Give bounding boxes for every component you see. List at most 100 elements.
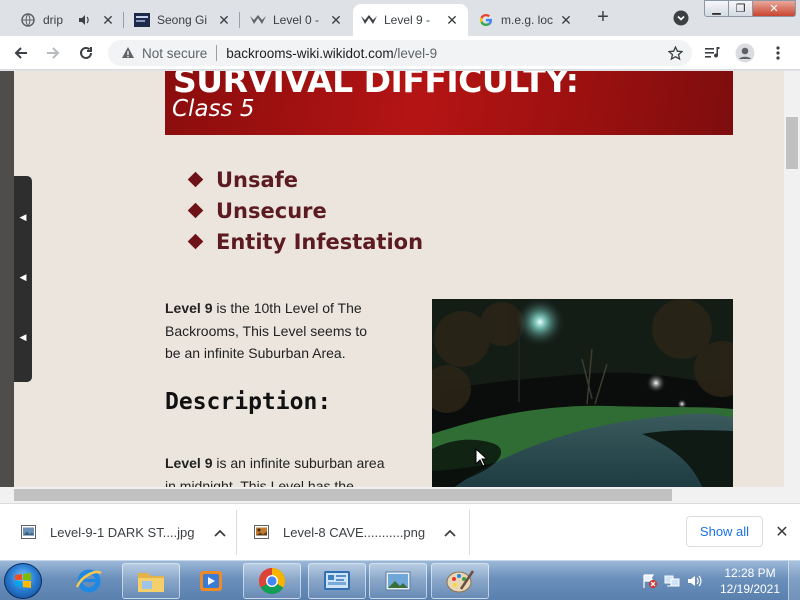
new-tab-button[interactable]: + bbox=[592, 6, 614, 28]
tab-divider bbox=[123, 12, 124, 28]
download-filename: Level-9-1 DARK ST....jpg bbox=[50, 525, 195, 540]
tab-label: Level 0 - bbox=[273, 13, 320, 27]
more-menu-icon[interactable] bbox=[766, 41, 790, 65]
url-host: backrooms-wiki.wikidot.com bbox=[226, 45, 394, 61]
close-tab-icon[interactable]: ✕ bbox=[216, 12, 232, 28]
arrow-left-icon[interactable]: ◀ bbox=[18, 272, 28, 282]
show-all-downloads-button[interactable]: Show all bbox=[686, 516, 763, 547]
close-tab-icon[interactable]: ✕ bbox=[558, 12, 574, 28]
video-thumbnail-icon bbox=[134, 12, 150, 28]
download-item[interactable]: Level-8 CAVE...........png bbox=[254, 504, 457, 561]
list-item-text: Unsecure bbox=[216, 198, 327, 223]
speaker-icon[interactable] bbox=[76, 12, 92, 28]
control-panel-taskbar-icon[interactable] bbox=[308, 563, 366, 599]
clock-date: 12/19/2021 bbox=[719, 582, 781, 596]
download-divider bbox=[236, 510, 237, 555]
description-bold: Level 9 bbox=[165, 455, 213, 471]
intro-line-2: Backrooms, This Level seems to bbox=[165, 322, 368, 339]
image-file-icon bbox=[254, 524, 270, 541]
windows-taskbar: 12:28 PM 12/19/2021 bbox=[0, 560, 800, 600]
minimize-window-button[interactable]: ▁ bbox=[704, 0, 729, 17]
media-controls-icon[interactable] bbox=[701, 41, 725, 65]
reload-button[interactable] bbox=[74, 41, 98, 65]
difficulty-list: Unsafe Unsecure Entity Infestation bbox=[186, 164, 423, 257]
download-divider bbox=[469, 510, 470, 555]
list-item: Entity Infestation bbox=[186, 226, 423, 257]
list-item-text: Entity Infestation bbox=[216, 229, 424, 254]
download-filename: Level-8 CAVE...........png bbox=[283, 525, 426, 540]
chevron-up-icon[interactable] bbox=[443, 526, 457, 540]
description-line-2: in midnight. This Level has the bbox=[165, 477, 354, 488]
network-icon[interactable] bbox=[664, 573, 680, 589]
arrow-left-icon[interactable]: ◀ bbox=[18, 212, 28, 222]
bookmark-star-icon[interactable] bbox=[666, 44, 684, 62]
description-heading: Description: bbox=[165, 389, 332, 415]
chevron-up-icon[interactable] bbox=[213, 526, 227, 540]
browser-toolbar: Not secure backrooms-wiki.wikidot.com /l… bbox=[0, 36, 800, 70]
tab-label: m.e.g. loc bbox=[501, 13, 554, 27]
system-clock[interactable]: 12:28 PM 12/19/2021 bbox=[716, 565, 784, 597]
intro-line-1: is the 10th Level of The bbox=[212, 300, 362, 316]
globe-icon bbox=[20, 12, 36, 28]
list-item: Unsecure bbox=[186, 195, 423, 226]
difficulty-class: Class 5 bbox=[172, 96, 255, 122]
file-explorer-taskbar-icon[interactable] bbox=[122, 563, 180, 599]
close-tab-icon[interactable]: ✕ bbox=[100, 12, 116, 28]
tab-meg[interactable]: m.e.g. loc ✕ bbox=[470, 4, 582, 36]
volume-icon[interactable] bbox=[686, 573, 702, 589]
close-window-button[interactable]: ✕ bbox=[752, 0, 796, 17]
close-downloads-bar-icon[interactable]: ✕ bbox=[772, 522, 792, 542]
side-navigation-tab[interactable]: ◀ ◀ ◀ bbox=[14, 176, 32, 382]
tab-level-0[interactable]: Level 0 - ✕ bbox=[242, 4, 352, 36]
intro-bold: Level 9 bbox=[165, 300, 213, 316]
wikidot-icon bbox=[361, 12, 377, 28]
chrome-taskbar-icon[interactable] bbox=[243, 563, 301, 599]
intro-paragraph: Level 9 is the 10th Level of The Backroo… bbox=[165, 297, 415, 365]
tab-drip[interactable]: drip ✕ bbox=[12, 4, 124, 36]
description-paragraph: Level 9 is an infinite suburban area in … bbox=[165, 452, 415, 487]
arrow-left-icon[interactable]: ◀ bbox=[18, 332, 28, 342]
tab-divider bbox=[239, 12, 240, 28]
forward-button[interactable] bbox=[41, 41, 65, 65]
list-item: Unsafe bbox=[186, 164, 423, 195]
close-tab-icon[interactable]: ✕ bbox=[328, 12, 344, 28]
diamond-bullet-icon bbox=[187, 202, 204, 219]
tab-search-icon[interactable] bbox=[670, 7, 692, 29]
horizontal-scrollbar[interactable] bbox=[0, 487, 800, 503]
horizontal-scroll-thumb[interactable] bbox=[14, 489, 672, 501]
diamond-bullet-icon bbox=[187, 233, 204, 250]
tab-level-9-active[interactable]: Level 9 - ✕ bbox=[353, 4, 468, 36]
paint-taskbar-icon[interactable] bbox=[431, 563, 489, 599]
list-item-text: Unsafe bbox=[216, 167, 299, 192]
security-status[interactable]: Not secure bbox=[142, 46, 207, 61]
photo-viewer-taskbar-icon[interactable] bbox=[369, 563, 427, 599]
tab-label: drip bbox=[43, 13, 64, 27]
description-line-1: is an infinite suburban area bbox=[212, 455, 385, 471]
downloads-bar: Level-9-1 DARK ST....jpg Level-8 CAVE...… bbox=[0, 503, 800, 560]
vertical-scrollbar[interactable] bbox=[784, 71, 800, 487]
media-player-taskbar-icon[interactable] bbox=[182, 563, 240, 599]
address-divider bbox=[216, 45, 218, 61]
close-tab-icon[interactable]: ✕ bbox=[444, 12, 460, 28]
warning-icon[interactable] bbox=[120, 45, 136, 61]
url-path: /level-9 bbox=[393, 45, 438, 61]
intro-line-3: be an infinite Suburban Area. bbox=[165, 345, 346, 361]
vertical-scroll-thumb[interactable] bbox=[786, 117, 798, 169]
page-viewport[interactable]: ◀ ◀ ◀ SURVIVAL DIFFICULTY: Class 5 Unsaf… bbox=[0, 71, 784, 487]
download-item[interactable]: Level-9-1 DARK ST....jpg bbox=[21, 504, 227, 561]
wikidot-icon bbox=[250, 12, 266, 28]
profile-avatar-icon[interactable] bbox=[733, 41, 757, 65]
system-tray bbox=[642, 561, 702, 600]
show-desktop-button[interactable] bbox=[788, 561, 800, 600]
google-icon bbox=[478, 12, 494, 28]
tab-seong-gi[interactable]: Seong Gi ✕ bbox=[126, 4, 240, 36]
survival-difficulty-banner: SURVIVAL DIFFICULTY: Class 5 bbox=[165, 71, 733, 135]
tab-label: Seong Gi bbox=[157, 13, 208, 27]
back-button[interactable] bbox=[9, 41, 33, 65]
address-bar[interactable]: Not secure backrooms-wiki.wikidot.com /l… bbox=[108, 40, 692, 66]
start-button[interactable] bbox=[4, 563, 42, 599]
action-center-flag-icon[interactable] bbox=[642, 573, 658, 589]
internet-explorer-taskbar-icon[interactable] bbox=[60, 563, 118, 599]
maximize-window-button[interactable]: ❐ bbox=[728, 0, 753, 17]
image-file-icon bbox=[21, 524, 37, 541]
